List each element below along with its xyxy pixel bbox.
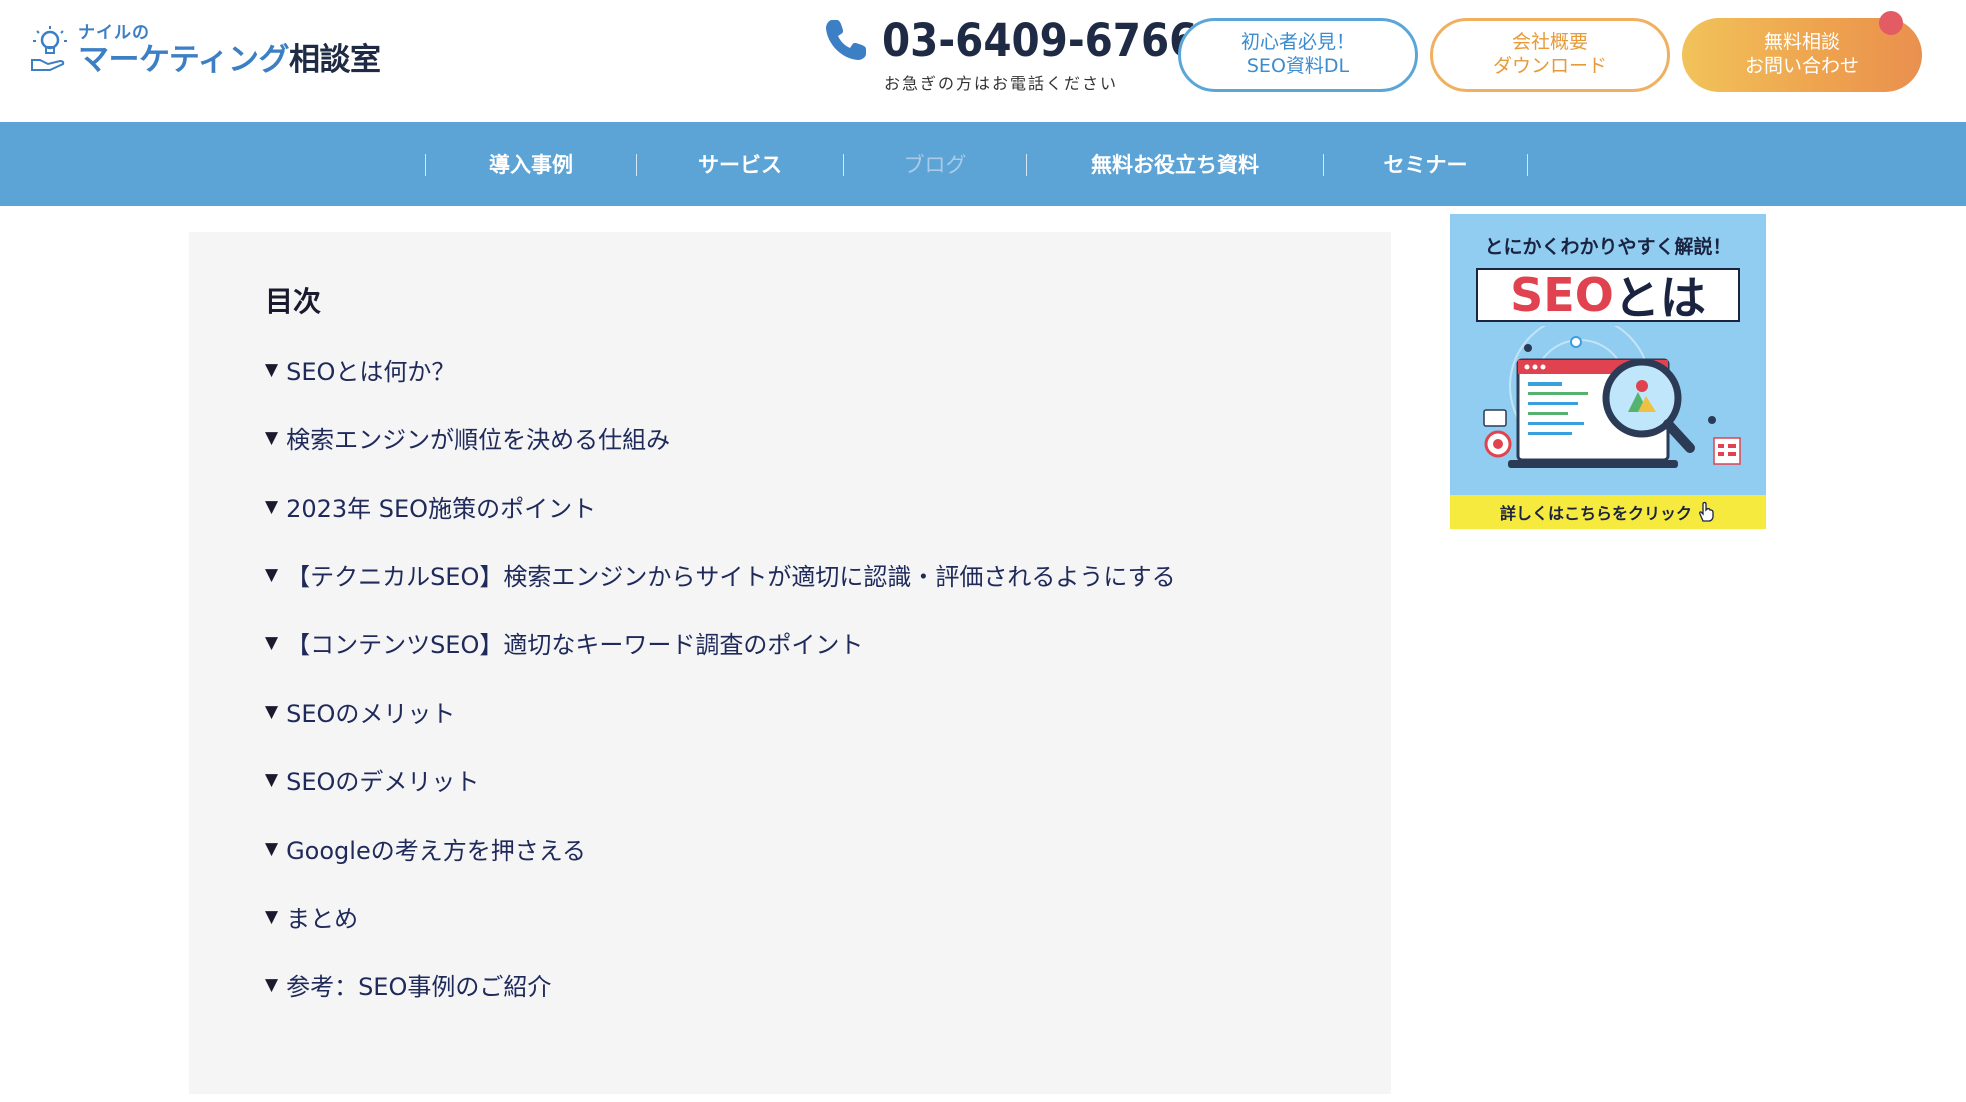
nav-item-resources[interactable]: 無料お役立ち資料	[1027, 122, 1323, 206]
hand-pointer-icon	[1699, 501, 1714, 522]
toc-item[interactable]: ▼ 【コンテンツSEO】適切なキーワード調査のポイント	[265, 625, 863, 660]
nav-item-case-studies[interactable]: 導入事例	[426, 122, 636, 206]
triangle-down-icon: ▼	[265, 838, 279, 859]
nav-item-services[interactable]: サービス	[637, 122, 843, 206]
site-header: ナイルの マーケティング相談室 03-6409-6766 お急ぎの方はお電話くだ…	[0, 0, 1966, 122]
triangle-down-icon: ▼	[265, 701, 279, 722]
phone-number[interactable]: 03-6409-6766	[882, 14, 1197, 67]
triangle-down-icon: ▼	[265, 427, 279, 448]
triangle-down-icon: ▼	[265, 769, 279, 790]
banner-headline: SEO とは	[1476, 268, 1740, 325]
seo-illustration	[1483, 326, 1741, 468]
triangle-down-icon: ▼	[265, 974, 279, 995]
banner-cta[interactable]: 詳しくはこちらをクリック	[1450, 495, 1766, 529]
company-download-button[interactable]: 会社概要 ダウンロード	[1430, 18, 1670, 92]
site-logo[interactable]: ナイルの マーケティング相談室	[30, 24, 381, 76]
table-of-contents: 目次 ▼ SEOとは何か？ ▼ 検索エンジンが順位を決める仕組み ▼ 2023年 SE…	[189, 232, 1391, 1094]
seo-download-button[interactable]: 初心者必見！ SEO資料DL	[1178, 18, 1418, 92]
toc-item[interactable]: ▼ SEOとは何か？	[265, 352, 455, 387]
triangle-down-icon: ▼	[265, 496, 279, 517]
triangle-down-icon: ▼	[265, 632, 279, 653]
toc-item[interactable]: ▼ 2023年 SEO施策のポイント	[265, 489, 596, 524]
toc-item[interactable]: ▼ 【テクニカルSEO】検索エンジンからサイトが適切に認識・評価されるようにする	[265, 557, 1176, 592]
toc-item[interactable]: ▼ SEOのメリット	[265, 694, 455, 729]
toc-item[interactable]: ▼ SEOのデメリット	[265, 762, 479, 797]
notification-dot	[1879, 11, 1903, 35]
nav-item-blog[interactable]: ブログ	[844, 122, 1026, 206]
logo-top-text: ナイルの	[78, 22, 150, 43]
logo-main-text: マーケティング相談室	[78, 41, 381, 78]
triangle-down-icon: ▼	[265, 564, 279, 585]
phone-note: お急ぎの方はお電話ください	[884, 74, 1119, 93]
toc-item[interactable]: ▼ 参考：SEO事例のご紹介	[265, 967, 551, 1002]
toc-item[interactable]: ▼ 検索エンジンが順位を決める仕組み	[265, 420, 670, 455]
triangle-down-icon: ▼	[265, 906, 279, 927]
nav-item-seminars[interactable]: セミナー	[1324, 122, 1527, 206]
lightbulb-hand-icon	[31, 26, 67, 71]
phone-icon	[826, 20, 866, 60]
nav-separator	[1527, 154, 1528, 176]
global-nav: 導入事例 サービス ブログ 無料お役立ち資料 セミナー	[0, 122, 1966, 206]
toc-item[interactable]: ▼ Googleの考え方を押さえる	[265, 831, 586, 866]
banner-tagline: とにかくわかりやすく解説！	[1484, 236, 1732, 258]
toc-item[interactable]: ▼ まとめ	[265, 899, 358, 934]
seo-guide-banner[interactable]: とにかくわかりやすく解説！ SEO とは 詳しくはこちらをクリック	[1450, 214, 1766, 529]
triangle-down-icon: ▼	[265, 359, 279, 380]
toc-title: 目次	[265, 285, 322, 318]
